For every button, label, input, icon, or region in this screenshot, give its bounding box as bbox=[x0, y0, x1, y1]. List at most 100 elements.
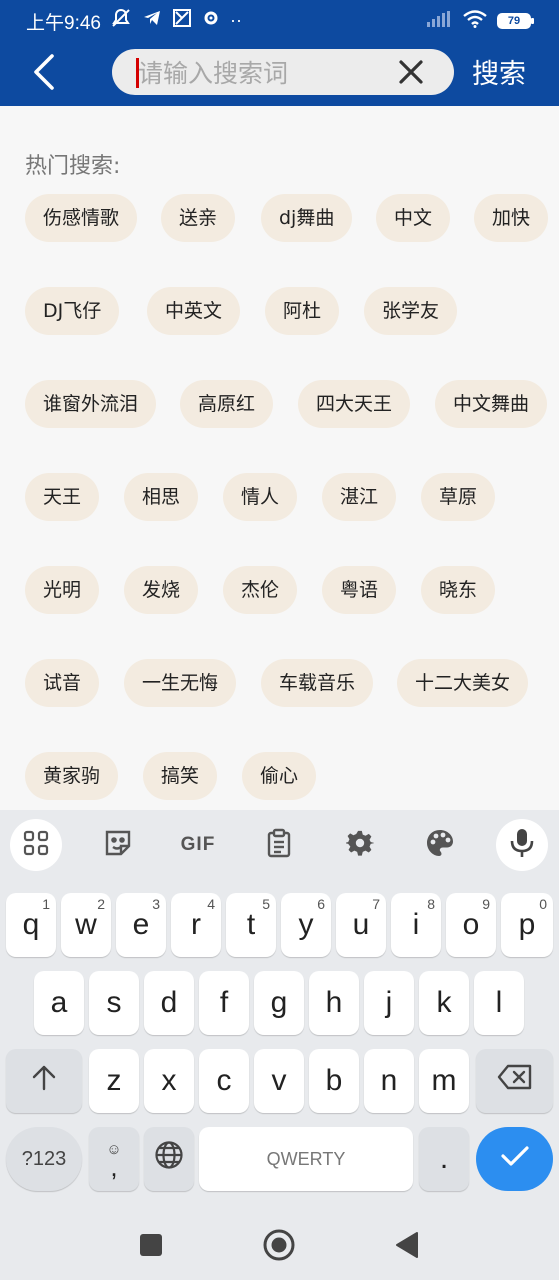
key-w[interactable]: w2 bbox=[61, 893, 111, 957]
back-nav-button[interactable] bbox=[390, 1230, 424, 1264]
clear-search-button[interactable] bbox=[398, 59, 424, 85]
key-label: m bbox=[431, 1064, 457, 1097]
key-label: z bbox=[106, 1064, 122, 1097]
search-button[interactable]: 搜索 bbox=[472, 52, 526, 91]
hot-tag[interactable]: 车载音乐 bbox=[261, 659, 374, 707]
key-g[interactable]: g bbox=[254, 971, 304, 1035]
hot-tag[interactable]: 加快 bbox=[474, 194, 549, 242]
hot-tag[interactable]: 十二大美女 bbox=[397, 659, 529, 707]
hot-tag[interactable]: DJ飞仔 bbox=[25, 287, 120, 335]
hot-tag[interactable]: 送亲 bbox=[161, 194, 236, 242]
shift-key[interactable] bbox=[6, 1049, 82, 1113]
key-l[interactable]: l bbox=[474, 971, 524, 1035]
key-label: n bbox=[380, 1064, 398, 1097]
key-o[interactable]: o9 bbox=[446, 893, 496, 957]
hot-tag[interactable]: 相思 bbox=[124, 473, 199, 521]
apps-grid-button[interactable] bbox=[10, 819, 62, 871]
key-j[interactable]: j bbox=[364, 971, 414, 1035]
key-y[interactable]: y6 bbox=[281, 893, 331, 957]
hot-tag[interactable]: 试音 bbox=[25, 659, 100, 707]
key-a[interactable]: a bbox=[34, 971, 84, 1035]
gif-button[interactable]: GIF bbox=[172, 819, 224, 871]
hot-tag[interactable]: 中文舞曲 bbox=[435, 380, 548, 428]
backspace-key[interactable] bbox=[476, 1049, 553, 1113]
key-label: l bbox=[495, 986, 503, 1019]
key-u[interactable]: u7 bbox=[336, 893, 386, 957]
back-button[interactable] bbox=[28, 52, 64, 92]
key-hint: 7 bbox=[372, 896, 380, 912]
hot-tag[interactable]: 偷心 bbox=[242, 752, 317, 800]
hot-tag[interactable]: 晓东 bbox=[421, 566, 496, 614]
key-r[interactable]: r4 bbox=[171, 893, 221, 957]
home-circle-icon bbox=[262, 1228, 296, 1266]
globe-icon bbox=[154, 1140, 184, 1178]
key-x[interactable]: x bbox=[144, 1049, 194, 1113]
emoji-comma-key[interactable]: ☺ , bbox=[89, 1127, 139, 1191]
key-s[interactable]: s bbox=[89, 971, 139, 1035]
key-d[interactable]: d bbox=[144, 971, 194, 1035]
text-caret bbox=[136, 58, 139, 88]
key-z[interactable]: z bbox=[89, 1049, 139, 1113]
voice-input-button[interactable] bbox=[496, 819, 548, 871]
key-k[interactable]: k bbox=[419, 971, 469, 1035]
space-key[interactable]: QWERTY bbox=[199, 1127, 413, 1191]
keyboard-settings-button[interactable] bbox=[334, 819, 386, 871]
hot-tag[interactable]: 草原 bbox=[421, 473, 496, 521]
mute-icon bbox=[110, 7, 132, 33]
enter-key[interactable] bbox=[476, 1127, 553, 1191]
hot-tag[interactable]: 中英文 bbox=[147, 287, 241, 335]
hot-tag[interactable]: 杰伦 bbox=[223, 566, 298, 614]
key-m[interactable]: m bbox=[419, 1049, 469, 1113]
status-time: 上午9:46 bbox=[26, 13, 101, 34]
home-button[interactable] bbox=[262, 1228, 296, 1266]
language-key[interactable] bbox=[144, 1127, 194, 1191]
search-input[interactable] bbox=[136, 54, 390, 92]
close-icon bbox=[398, 60, 424, 89]
key-c[interactable]: c bbox=[199, 1049, 249, 1113]
hot-tag[interactable]: 一生无悔 bbox=[124, 659, 237, 707]
hot-search-title: 热门搜索: bbox=[25, 154, 121, 179]
hot-tag[interactable]: 阿杜 bbox=[265, 287, 340, 335]
apps-grid-icon bbox=[23, 830, 49, 860]
hot-tag[interactable]: 搞笑 bbox=[143, 752, 218, 800]
key-label: y bbox=[298, 908, 314, 941]
key-v[interactable]: v bbox=[254, 1049, 304, 1113]
hot-tag[interactable]: 情人 bbox=[223, 473, 298, 521]
search-box bbox=[112, 49, 454, 95]
hot-tag[interactable]: 发烧 bbox=[124, 566, 199, 614]
sticker-button[interactable] bbox=[92, 819, 144, 871]
symbols-key[interactable]: ?123 bbox=[6, 1127, 82, 1191]
key-t[interactable]: t5 bbox=[226, 893, 276, 957]
theme-button[interactable] bbox=[414, 819, 466, 871]
hot-tag[interactable]: 张学友 bbox=[364, 287, 458, 335]
key-f[interactable]: f bbox=[199, 971, 249, 1035]
key-label: , bbox=[110, 1152, 118, 1182]
clipboard-button[interactable] bbox=[253, 819, 305, 871]
checkmark-icon bbox=[500, 1142, 530, 1176]
period-key[interactable]: . bbox=[419, 1127, 469, 1191]
hot-tag[interactable]: 伤感情歌 bbox=[25, 194, 138, 242]
hot-tag[interactable]: 谁窗外流泪 bbox=[25, 380, 157, 428]
key-h[interactable]: h bbox=[309, 971, 359, 1035]
hot-tag[interactable]: 黄家驹 bbox=[25, 752, 119, 800]
key-e[interactable]: e3 bbox=[116, 893, 166, 957]
key-label: e bbox=[132, 908, 150, 941]
hot-tag[interactable]: dj舞曲 bbox=[261, 194, 353, 242]
hot-tag[interactable]: 中文 bbox=[376, 194, 451, 242]
key-label: h bbox=[325, 986, 343, 1019]
hot-tag[interactable]: 粤语 bbox=[322, 566, 397, 614]
hot-tag[interactable]: 天王 bbox=[25, 473, 100, 521]
recents-button[interactable] bbox=[134, 1230, 168, 1264]
hot-tag[interactable]: 高原红 bbox=[180, 380, 274, 428]
key-p[interactable]: p0 bbox=[501, 893, 553, 957]
key-q[interactable]: q1 bbox=[6, 893, 56, 957]
key-i[interactable]: i8 bbox=[391, 893, 441, 957]
key-b[interactable]: b bbox=[309, 1049, 359, 1113]
hot-tag[interactable]: 四大天王 bbox=[298, 380, 411, 428]
hot-tag[interactable]: 光明 bbox=[25, 566, 100, 614]
hot-tag[interactable]: 湛江 bbox=[322, 473, 397, 521]
app-notify-icon bbox=[172, 8, 192, 32]
gear-icon bbox=[344, 829, 375, 861]
key-label: g bbox=[270, 986, 288, 1019]
key-n[interactable]: n bbox=[364, 1049, 414, 1113]
